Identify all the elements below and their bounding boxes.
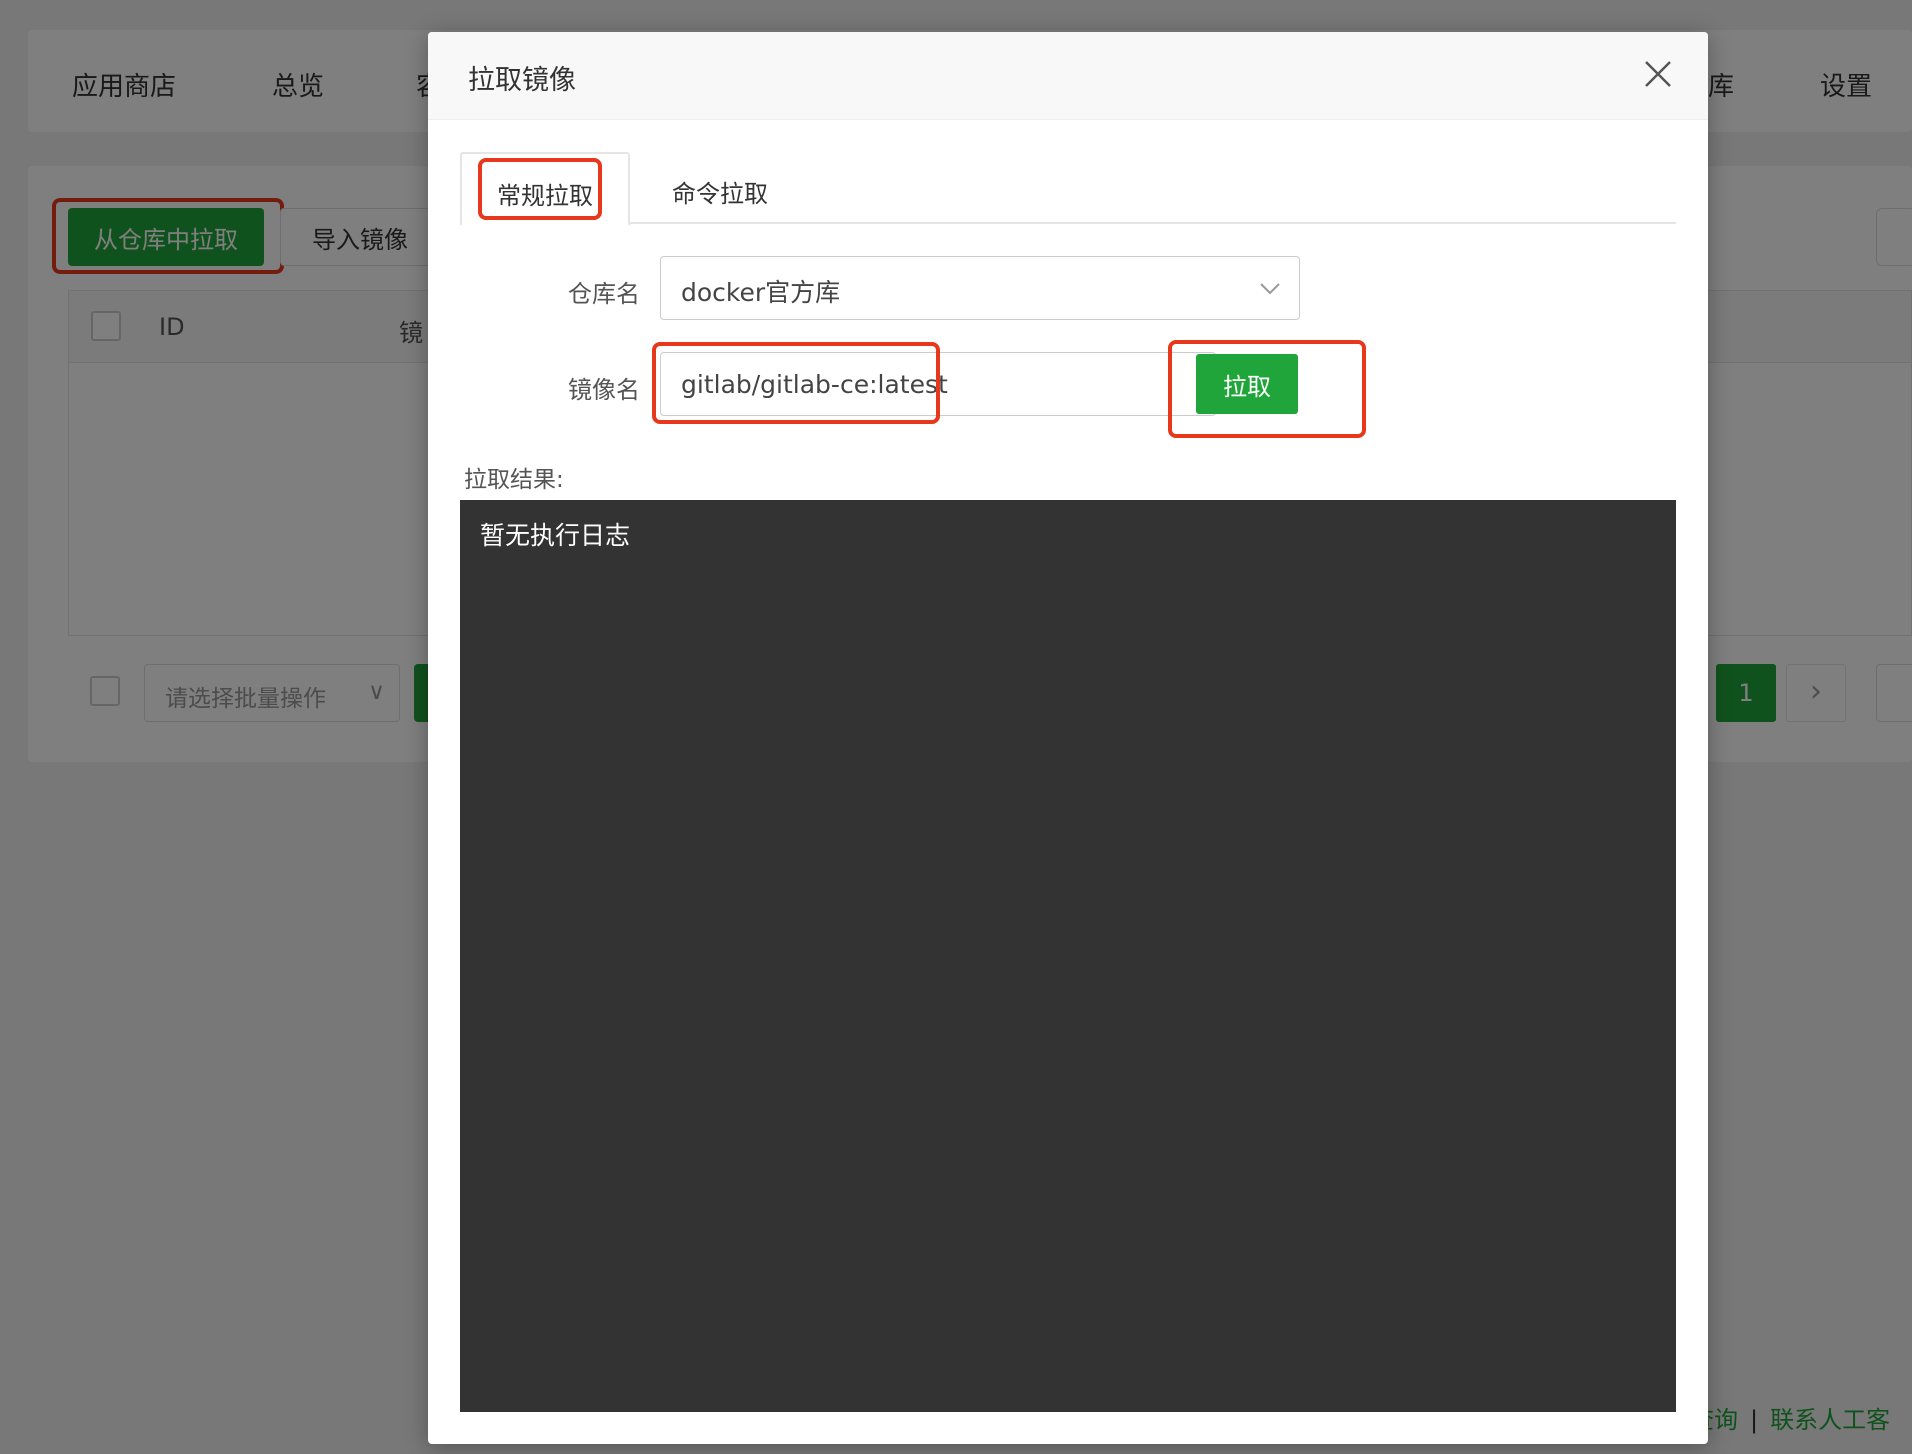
repo-select-value: docker官方库 xyxy=(681,278,841,307)
dialog-header: 拉取镜像 xyxy=(428,32,1708,120)
pull-image-dialog: 拉取镜像 常规拉取 命令拉取 仓库名 docker官方库 镜像名 拉取 拉取结果… xyxy=(428,32,1708,1444)
page: 应用商店 总览 容 库 设置 从仓库中拉取 导入镜像 ID 镜 请选择批量操作 … xyxy=(0,0,1912,1454)
tab-regular-pull[interactable]: 常规拉取 xyxy=(460,152,630,226)
close-icon[interactable] xyxy=(1638,54,1678,94)
result-log-text: 暂无执行日志 xyxy=(480,521,631,550)
pull-result-log[interactable]: 暂无执行日志 xyxy=(460,500,1676,1412)
repo-select[interactable]: docker官方库 xyxy=(660,256,1300,320)
pull-mode-tabs: 常规拉取 命令拉取 xyxy=(460,152,1676,226)
result-label: 拉取结果: xyxy=(464,467,564,493)
tab-command-pull[interactable]: 命令拉取 xyxy=(630,152,810,224)
pull-button[interactable]: 拉取 xyxy=(1196,354,1298,414)
image-name-input[interactable] xyxy=(660,352,1216,416)
image-label: 镜像名 xyxy=(568,376,640,404)
repo-label: 仓库名 xyxy=(568,280,640,308)
chevron-down-icon xyxy=(1260,283,1280,295)
dialog-title: 拉取镜像 xyxy=(468,65,576,96)
